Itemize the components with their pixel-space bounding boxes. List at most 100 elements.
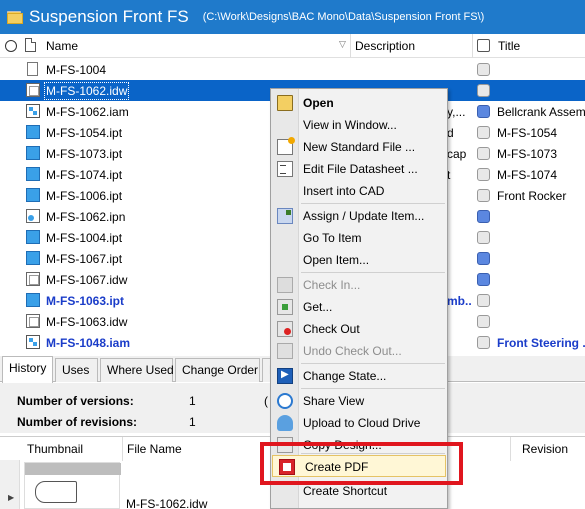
row-status-checkbox[interactable] <box>477 252 490 265</box>
presentation-icon <box>26 209 40 223</box>
change-state-icon <box>277 368 293 384</box>
column-divider[interactable] <box>122 437 123 461</box>
column-header-description[interactable]: Description <box>355 39 415 53</box>
assembly-icon <box>26 335 40 349</box>
versions-paren: ( <box>264 394 268 408</box>
menu-item-open-item[interactable]: Open Item... <box>271 249 447 271</box>
row-file-name: M-FS-1073.ipt <box>46 147 123 161</box>
menu-item-check-in: Check In... <box>271 274 447 296</box>
row-title: Bellcrank Assem... <box>497 105 585 119</box>
cloud-upload-icon <box>277 415 293 431</box>
menu-item-label: Edit File Datasheet ... <box>303 162 418 176</box>
get-icon <box>277 299 293 315</box>
column-header-revision[interactable]: Revision <box>522 442 568 456</box>
row-status-checkbox[interactable] <box>477 168 490 181</box>
menu-item-label: Open Item... <box>303 253 370 267</box>
tab-uses[interactable]: Uses <box>55 358 98 382</box>
menu-item-go-to-item[interactable]: Go To Item <box>271 227 447 249</box>
menu-item-upload-to-cloud-drive[interactable]: Upload to Cloud Drive <box>271 412 447 434</box>
menu-item-check-out[interactable]: Check Out <box>271 318 447 340</box>
menu-item-get[interactable]: Get... <box>271 296 447 318</box>
part-icon <box>26 188 40 202</box>
part-icon <box>26 251 40 265</box>
menu-item-label: Share View <box>303 394 365 408</box>
checkbox-column-icon[interactable] <box>477 39 490 52</box>
history-file-name: M-FS-1062.idw <box>126 497 208 509</box>
check-in-icon <box>277 277 293 293</box>
menu-item-label: Insert into CAD <box>303 184 385 198</box>
row-status-checkbox[interactable] <box>477 63 490 76</box>
highlight-annotation <box>260 442 463 485</box>
part-icon <box>26 146 40 160</box>
row-file-name: M-FS-1063.idw <box>46 315 128 329</box>
table-row[interactable]: M-FS-1004 <box>0 59 585 80</box>
column-header-name[interactable]: Name <box>46 39 78 53</box>
window-title: Suspension Front FS <box>29 7 189 26</box>
expand-row-icon[interactable]: ▶ <box>8 493 14 502</box>
row-title: M-FS-1054 <box>497 126 558 140</box>
row-file-name: M-FS-1062.idw <box>43 82 130 100</box>
datasheet-icon <box>277 161 293 177</box>
drawing-icon <box>26 314 40 328</box>
menu-item-undo-check-out: Undo Check Out... <box>271 340 447 362</box>
menu-item-insert-into-cad[interactable]: Insert into CAD <box>271 180 447 202</box>
assign-item-icon <box>277 208 293 224</box>
new-file-icon <box>277 137 295 155</box>
column-divider[interactable] <box>350 34 351 58</box>
menu-item-new-standard-file[interactable]: New Standard File ... <box>271 136 447 158</box>
drawing-icon <box>26 272 40 286</box>
status-column-icon[interactable] <box>5 40 17 52</box>
row-file-name: M-FS-1063.ipt <box>46 294 125 308</box>
menu-item-assign-update-item[interactable]: Assign / Update Item... <box>271 205 447 227</box>
part-icon <box>26 167 40 181</box>
column-divider[interactable] <box>510 437 511 461</box>
row-status-checkbox[interactable] <box>477 105 490 118</box>
row-file-name: M-FS-1004 <box>46 63 107 77</box>
row-status-checkbox[interactable] <box>477 294 490 307</box>
row-file-name: M-FS-1062.iam <box>46 105 129 119</box>
document-icon <box>27 62 38 76</box>
menu-item-edit-file-datasheet[interactable]: Edit File Datasheet ... <box>271 158 447 180</box>
menu-separator <box>301 272 445 273</box>
menu-item-open[interactable]: Open <box>271 92 447 114</box>
part-icon <box>26 293 40 307</box>
tab-change-order[interactable]: Change Order <box>175 358 260 382</box>
row-status-checkbox[interactable] <box>477 147 490 160</box>
row-status-checkbox[interactable] <box>477 336 490 349</box>
versions-value: 1 <box>189 394 196 408</box>
row-description: y,... <box>447 105 466 119</box>
row-title: Front Steering ... <box>497 336 585 350</box>
part-icon <box>26 230 40 244</box>
menu-item-share-view[interactable]: Share View <box>271 390 447 412</box>
tab-where-used[interactable]: Where Used <box>100 358 174 382</box>
menu-item-label: Change State... <box>303 369 387 383</box>
row-status-checkbox[interactable] <box>477 210 490 223</box>
tab-history[interactable]: History <box>2 356 53 383</box>
row-file-name: M-FS-1067.ipt <box>46 252 123 266</box>
row-description: t <box>447 168 451 182</box>
row-status-checkbox[interactable] <box>477 231 490 244</box>
menu-item-label: Get... <box>303 300 333 314</box>
column-header-thumbnail[interactable]: Thumbnail <box>27 442 83 456</box>
menu-item-label: Open <box>303 96 334 110</box>
menu-item-change-state[interactable]: Change State... <box>271 365 447 387</box>
column-header-file-name[interactable]: File Name <box>127 442 182 456</box>
row-title: Front Rocker <box>497 189 567 203</box>
row-file-name: M-FS-1004.ipt <box>46 231 123 245</box>
menu-separator <box>301 203 445 204</box>
window-titlebar: Suspension Front FS (C:\Work\Designs\BAC… <box>0 0 585 34</box>
row-status-checkbox[interactable] <box>477 273 490 286</box>
column-divider[interactable] <box>472 34 473 58</box>
row-status-checkbox[interactable] <box>477 84 490 97</box>
revisions-label: Number of revisions: <box>17 415 138 429</box>
row-file-name: M-FS-1048.iam <box>46 336 131 350</box>
row-status-checkbox[interactable] <box>477 126 490 139</box>
menu-item-view-in-window[interactable]: View in Window... <box>271 114 447 136</box>
row-title: M-FS-1074 <box>497 168 558 182</box>
row-file-name: M-FS-1006.ipt <box>46 189 123 203</box>
row-status-checkbox[interactable] <box>477 315 490 328</box>
row-status-checkbox[interactable] <box>477 189 490 202</box>
thumbnail-image <box>24 462 121 509</box>
column-header-title[interactable]: Title <box>498 39 520 53</box>
document-column-icon[interactable] <box>25 38 36 52</box>
